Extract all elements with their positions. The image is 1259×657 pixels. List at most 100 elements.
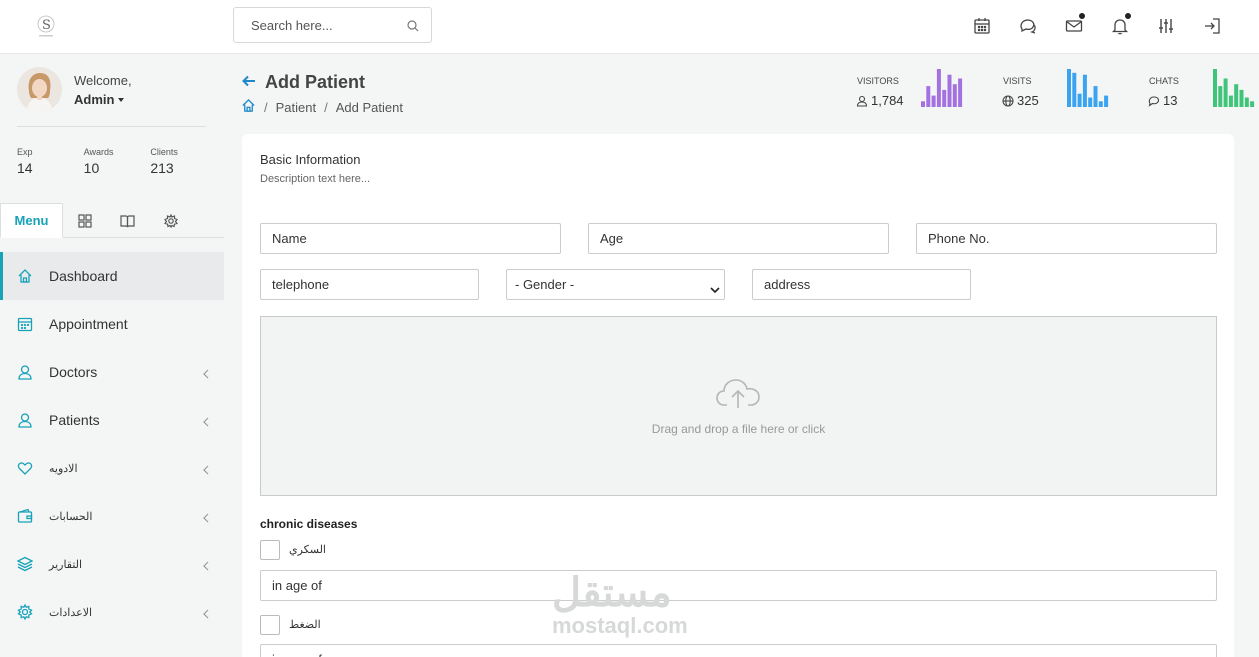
- spark-bar: [1098, 101, 1103, 107]
- tab-menu[interactable]: Menu: [0, 203, 63, 238]
- chevron-left-icon: [203, 414, 209, 430]
- stat-clients: Clients 213: [150, 147, 217, 176]
- sidebar-item-accounts[interactable]: الحسابات: [0, 492, 224, 540]
- wallet-icon: [17, 508, 33, 524]
- spark-bar: [958, 78, 963, 107]
- cloud-upload-icon: [715, 378, 761, 415]
- watermark: مستقل mostaql.com: [552, 571, 688, 637]
- diabetes-label: السكري: [289, 544, 326, 556]
- book-icon: [120, 214, 135, 227]
- chat-icon: [1148, 95, 1160, 107]
- stat-visits: VISITS 325: [1002, 66, 1148, 111]
- chevron-left-icon: [203, 510, 209, 526]
- telephone-field[interactable]: [260, 269, 479, 300]
- back-arrow-icon[interactable]: [242, 74, 256, 93]
- spark-bar: [1077, 93, 1082, 107]
- breadcrumb-separator: /: [324, 99, 328, 115]
- header-stats: VISITORS 1,784 VISITS 325 CHATS 13: [856, 66, 1259, 111]
- chevron-left-icon: [203, 366, 209, 382]
- stat-label: VISITORS: [857, 76, 899, 86]
- calendar-icon[interactable]: [959, 14, 1005, 38]
- mail-icon[interactable]: [1051, 13, 1097, 38]
- search-input[interactable]: [234, 8, 394, 42]
- notification-dot: [1079, 13, 1085, 19]
- spark-bar: [1250, 101, 1255, 107]
- spark-bar: [1239, 89, 1244, 107]
- stat-value-wrap: 325: [1002, 93, 1039, 108]
- spark-bar: [1104, 95, 1109, 107]
- sidebar-menu: Dashboard Appointment Doctors Patients ا…: [0, 252, 224, 636]
- sidebar-item-label: Patients: [49, 412, 100, 428]
- notification-dot: [1125, 13, 1131, 19]
- sidebar-item-label: الاعدادات: [49, 606, 93, 619]
- sidebar-item-dashboard[interactable]: Dashboard: [0, 252, 224, 300]
- breadcrumb-separator: /: [264, 99, 268, 115]
- dropzone-text: Drag and drop a file here or click: [651, 422, 826, 436]
- spark-bar: [931, 95, 936, 107]
- stat-value-wrap: 13: [1148, 93, 1177, 108]
- sidebar-item-appointment[interactable]: Appointment: [0, 300, 224, 348]
- stat-value: 14: [17, 160, 33, 176]
- gender-select[interactable]: - Gender -: [506, 269, 725, 300]
- user-stats: Exp 14 Awards 10 Clients 213: [17, 147, 217, 176]
- pressure-checkbox[interactable]: [260, 615, 280, 635]
- sidebar-item-settings[interactable]: الاعدادات: [0, 588, 224, 636]
- settings-icon: [17, 604, 33, 620]
- logo[interactable]: S: [34, 14, 58, 40]
- chevron-left-icon: [203, 558, 209, 574]
- chat-icon[interactable]: [1005, 14, 1051, 38]
- address-field[interactable]: [752, 269, 971, 300]
- stat-value-wrap: 1,784: [856, 93, 904, 108]
- avatar[interactable]: [17, 67, 62, 112]
- sidebar-item-label: التقارير: [49, 558, 83, 571]
- home-icon[interactable]: [241, 98, 256, 116]
- sidebar-item-doctors[interactable]: Doctors: [0, 348, 224, 396]
- spark-bar: [1082, 74, 1087, 107]
- watermark-latin: mostaql.com: [552, 613, 688, 638]
- chronic-diseases-title: chronic diseases: [260, 517, 358, 531]
- sidebar-tabs: Menu: [0, 203, 224, 238]
- spark-bar: [1218, 86, 1223, 107]
- card-description: Description text here...: [260, 173, 371, 185]
- page-title: Add Patient: [265, 72, 366, 92]
- visitors-sparkbar: [921, 69, 963, 107]
- search-icon[interactable]: [407, 19, 419, 37]
- tab-book[interactable]: [106, 203, 149, 238]
- name-field[interactable]: [260, 223, 561, 254]
- diabetes-checkbox[interactable]: [260, 540, 280, 560]
- diabetes-age-field[interactable]: [260, 570, 1217, 601]
- sidebar-item-patients[interactable]: Patients: [0, 396, 224, 444]
- spark-bar: [1213, 69, 1217, 107]
- sidebar-item-label: Dashboard: [49, 268, 118, 284]
- age-field[interactable]: [588, 223, 889, 254]
- user-dropdown[interactable]: Admin: [74, 92, 125, 107]
- stat-label: VISITS: [1003, 76, 1032, 86]
- chevron-left-icon: [203, 462, 209, 478]
- spark-bar: [936, 69, 941, 107]
- bell-icon[interactable]: [1097, 13, 1143, 38]
- phone-field[interactable]: [916, 223, 1217, 254]
- stat-label: Awards: [83, 147, 114, 157]
- sidebar-item-reports[interactable]: التقارير: [0, 540, 224, 588]
- spark-bar: [947, 74, 952, 107]
- stat-value: 13: [1163, 93, 1178, 108]
- spark-bar: [1223, 78, 1228, 107]
- spark-bar: [1234, 84, 1239, 107]
- logout-icon[interactable]: [1189, 14, 1235, 38]
- sidebar-item-label: Appointment: [49, 316, 128, 332]
- spark-bar: [1228, 95, 1233, 107]
- sidebar: Welcome, Admin Exp 14 Awards 10 Clients 213…: [0, 55, 224, 657]
- breadcrumb-item[interactable]: Patient: [276, 100, 316, 115]
- pressure-age-field[interactable]: [260, 644, 1217, 657]
- sidebar-item-medicines[interactable]: الادويه: [0, 444, 224, 492]
- stat-label: CHATS: [1149, 76, 1179, 86]
- toolbar-icons: [959, 13, 1235, 38]
- spark-bar: [1072, 72, 1077, 107]
- file-dropzone[interactable]: Drag and drop a file here or click: [260, 316, 1217, 496]
- sliders-icon[interactable]: [1143, 14, 1189, 38]
- spark-bar: [921, 101, 925, 107]
- caret-down-icon: [118, 98, 125, 102]
- tab-settings[interactable]: [149, 203, 192, 238]
- tab-grid[interactable]: [63, 203, 106, 238]
- stat-value: 1,784: [871, 93, 904, 108]
